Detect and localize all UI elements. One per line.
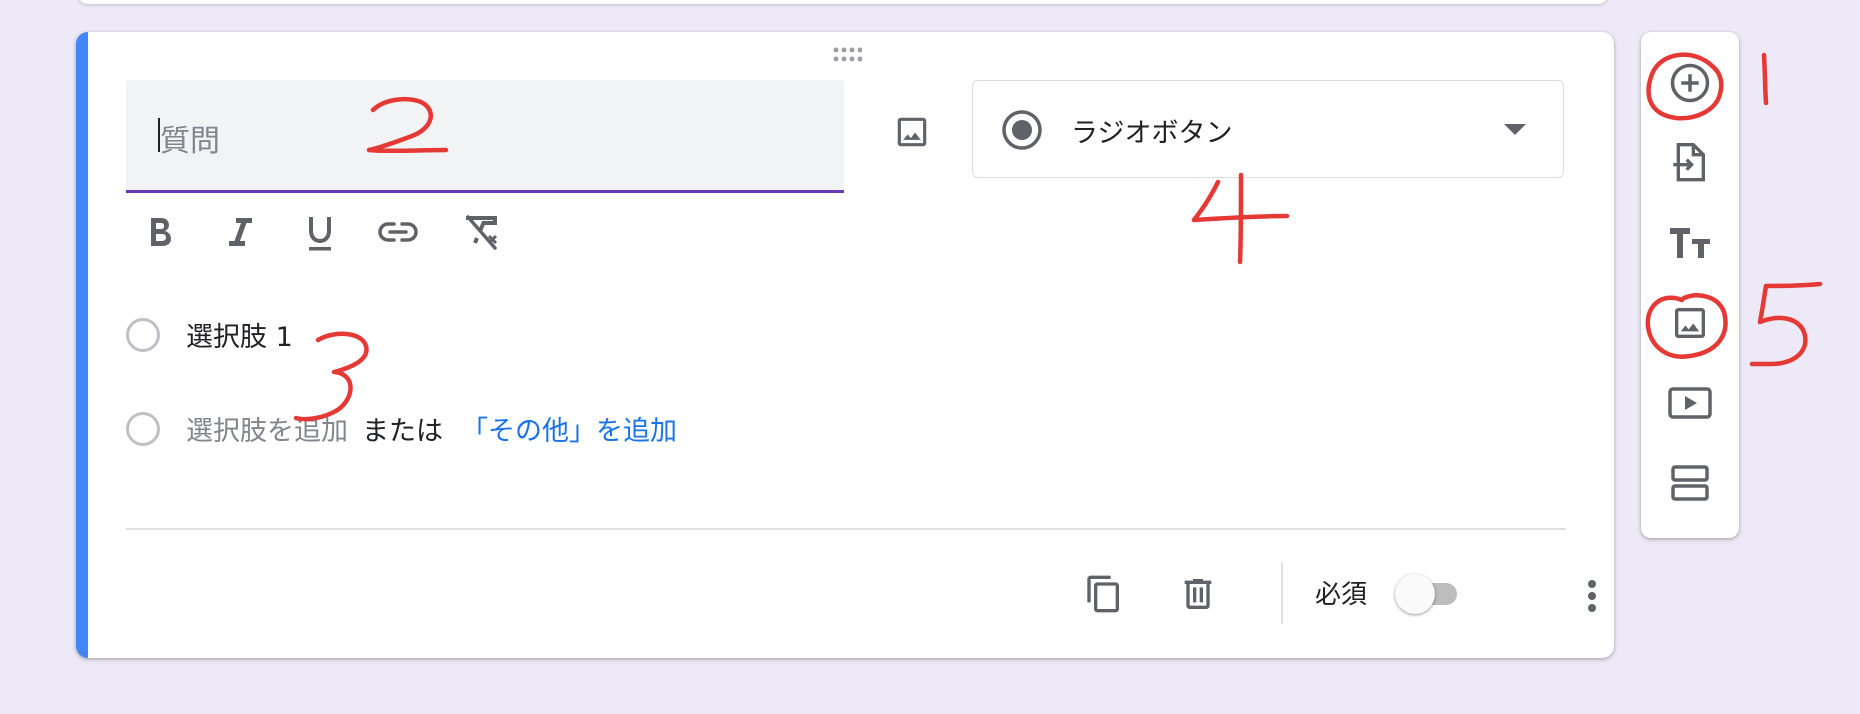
link-icon	[378, 222, 418, 242]
radio-checked-icon	[1002, 110, 1042, 150]
floating-toolbar	[1641, 32, 1739, 538]
import-questions-icon	[1673, 143, 1705, 182]
option-label[interactable]: 選択肢 1	[186, 315, 293, 354]
copy-icon	[1087, 575, 1119, 613]
more-options-button[interactable]	[1576, 572, 1608, 620]
more-vert-icon	[1588, 580, 1596, 612]
question-type-label: ラジオボタン	[1071, 118, 1233, 149]
delete-button[interactable]	[1170, 566, 1226, 622]
italic-icon	[229, 218, 252, 246]
trash-icon	[1184, 579, 1212, 609]
required-toggle[interactable]	[1395, 574, 1459, 614]
clear-format-button[interactable]	[461, 212, 501, 252]
question-type-dropdown[interactable]: ラジオボタン	[972, 80, 1564, 178]
image-icon	[897, 117, 927, 147]
footer-vertical-divider	[1281, 562, 1283, 624]
add-section-button[interactable]	[1657, 450, 1723, 516]
import-questions-button[interactable]	[1657, 130, 1723, 196]
add-question-button[interactable]	[1657, 50, 1723, 116]
required-label: 必須	[1315, 580, 1368, 610]
add-option-input[interactable]: 選択肢を追加	[186, 409, 348, 448]
add-video-button[interactable]	[1657, 370, 1723, 436]
question-card[interactable]: 質問 ラジオボタン 選択肢 1 選択肢を追加 または 「その他」を追加 必須	[76, 32, 1614, 658]
dropdown-arrow-icon	[1504, 124, 1526, 135]
add-other-link[interactable]: 「その他」を追加	[461, 409, 677, 448]
annotation-number-1	[1761, 52, 1769, 106]
add-title-button[interactable]	[1657, 210, 1723, 276]
radio-icon	[126, 411, 160, 446]
underline-button[interactable]	[302, 212, 338, 256]
italic-button[interactable]	[224, 212, 256, 252]
bold-button[interactable]	[144, 212, 176, 252]
or-text: または	[362, 416, 443, 447]
question-title-input[interactable]: 質問	[126, 80, 844, 193]
add-question-icon	[1670, 63, 1710, 103]
add-video-icon	[1668, 387, 1712, 419]
annotation-number-5	[1749, 281, 1823, 367]
option-row[interactable]: 選択肢 1	[126, 315, 293, 354]
add-image-icon	[1675, 308, 1705, 338]
footer-divider	[126, 528, 1566, 530]
clear-format-icon	[466, 215, 498, 250]
drag-handle-icon[interactable]	[832, 46, 862, 64]
add-option-row[interactable]: 選択肢を追加 または 「その他」を追加	[126, 409, 677, 448]
previous-card-edge	[78, 0, 1608, 4]
radio-icon	[126, 317, 160, 352]
add-image-button-sidebar[interactable]	[1657, 290, 1723, 356]
add-title-icon	[1670, 228, 1710, 258]
add-section-icon	[1671, 465, 1709, 501]
add-image-button[interactable]	[882, 102, 942, 162]
bold-icon	[151, 218, 171, 246]
toggle-thumb	[1395, 574, 1435, 614]
card-focus-accent	[76, 32, 88, 658]
link-button[interactable]	[376, 212, 420, 252]
duplicate-button[interactable]	[1076, 566, 1132, 622]
underline-icon	[309, 217, 331, 251]
question-placeholder: 質問	[160, 124, 220, 159]
